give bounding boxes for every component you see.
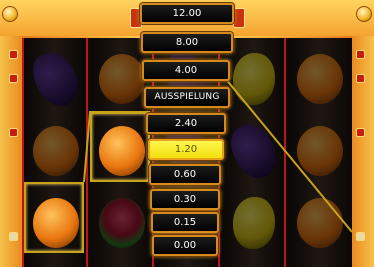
payline-marker-left-1 [9, 50, 18, 59]
stake-option-12[interactable]: 12.00 [140, 3, 234, 24]
coin-logo-icon [2, 6, 18, 22]
stake-option-8[interactable]: 8.00 [141, 32, 233, 53]
stake-option-0-00[interactable]: 0.00 [152, 235, 218, 256]
payline-marker-right-3 [356, 128, 365, 137]
orange-symbol-icon [297, 126, 343, 176]
payline-marker-left-3 [9, 128, 18, 137]
top-indicator-right [233, 8, 245, 28]
payline-marker-right-1 [356, 50, 365, 59]
lemon-symbol-icon [233, 197, 275, 249]
stake-option-4[interactable]: 4.00 [142, 60, 230, 81]
stake-option-0-60[interactable]: 0.60 [149, 164, 221, 185]
stake-option-1-20[interactable]: 1.20 [148, 139, 224, 160]
gamble-button[interactable]: AUSSPIELUNG [144, 87, 230, 108]
payline-marker-right-2 [356, 74, 365, 83]
stake-option-0-30[interactable]: 0.30 [150, 189, 220, 210]
payline-marker-left-4 [9, 232, 18, 241]
stake-option-2-40[interactable]: 2.40 [146, 113, 226, 134]
win-frame-reel2 [90, 112, 150, 182]
lemon-symbol-icon [233, 53, 275, 105]
orange-symbol-icon [297, 54, 343, 104]
payline-marker-right-4 [356, 232, 365, 241]
orange-symbol-icon [99, 54, 145, 104]
payline-marker-left-2 [9, 74, 18, 83]
melon-symbol-icon [99, 198, 145, 248]
coin-logo-icon-right [356, 6, 372, 22]
orange-symbol-icon [297, 198, 343, 248]
stake-option-0-15[interactable]: 0.15 [151, 212, 219, 233]
win-frame-reel1 [24, 182, 84, 253]
orange-symbol-icon [33, 126, 79, 176]
